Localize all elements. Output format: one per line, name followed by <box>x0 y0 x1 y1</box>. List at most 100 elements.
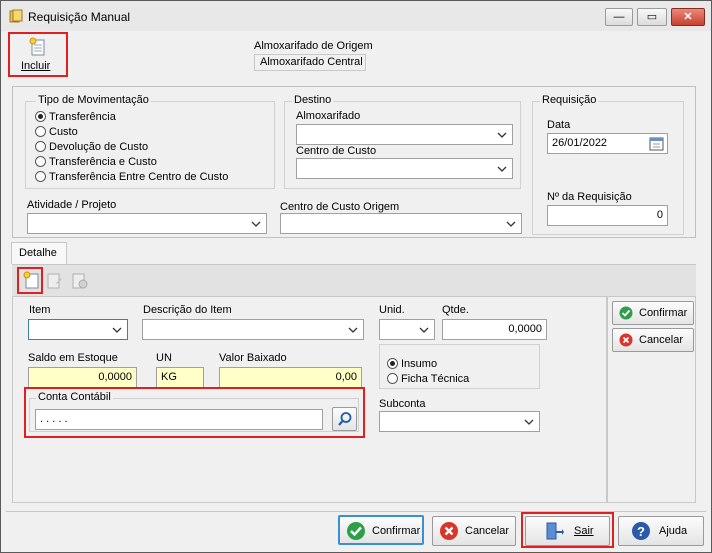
data-field[interactable]: 26/01/2022 <box>547 133 668 154</box>
item-select[interactable] <box>28 319 128 340</box>
radio-dot <box>387 373 398 384</box>
centro-origem-select[interactable] <box>280 213 522 234</box>
svg-text:?: ? <box>637 524 645 539</box>
centro-custo-select[interactable] <box>296 158 513 179</box>
centro-origem-label: Centro de Custo Origem <box>280 201 400 213</box>
new-item-highlight <box>17 267 43 294</box>
radio-label: Transferência <box>49 111 116 123</box>
maximize-button[interactable]: ▭ <box>637 8 667 26</box>
conta-title: Conta Contábil <box>36 391 113 403</box>
help-icon: ? <box>632 522 650 540</box>
radio-dot-selected <box>35 111 46 122</box>
cancel-icon <box>619 333 633 347</box>
unid-select[interactable] <box>379 319 435 340</box>
ajuda-label: Ajuda <box>659 525 688 537</box>
radio-devolucao-custo[interactable]: Devolução de Custo <box>35 141 148 153</box>
incluir-label: Incluir <box>21 60 51 72</box>
tipo-title: Tipo de Movimentação <box>36 94 151 106</box>
chevron-down-icon <box>348 327 358 333</box>
title-bar: Requisição Manual — ▭ ✕ <box>1 1 711 31</box>
valor-field: 0,00 <box>219 367 362 388</box>
sair-label: Sair <box>574 525 594 537</box>
radio-label: Insumo <box>401 358 438 370</box>
numero-label: Nº da Requisição <box>547 191 632 203</box>
item-label: Item <box>29 304 51 316</box>
chevron-down-icon <box>419 327 429 333</box>
detail-cancelar-label: Cancelar <box>639 334 684 346</box>
descricao-select[interactable] <box>142 319 364 340</box>
radio-label: Transferência Entre Centro de Custo <box>49 171 229 183</box>
conta-field[interactable]: . . . . . <box>35 409 323 430</box>
radio-label: Devolução de Custo <box>49 141 149 153</box>
detail-cancelar-button[interactable]: Cancelar <box>612 328 694 352</box>
almox-destino-label: Almoxarifado <box>296 110 361 122</box>
edit-document-icon[interactable] <box>44 271 64 291</box>
chevron-down-icon <box>112 327 122 333</box>
close-button[interactable]: ✕ <box>671 8 705 26</box>
detail-confirmar-label: Confirmar <box>639 307 688 319</box>
tab-detalhe[interactable]: Detalhe <box>11 242 67 264</box>
descricao-label: Descrição do Item <box>143 304 232 316</box>
search-icon <box>338 412 352 426</box>
radio-insumo[interactable]: Insumo <box>387 358 437 370</box>
cancel-icon <box>440 522 458 540</box>
radio-dot <box>35 141 46 152</box>
un-label: UN <box>156 352 172 364</box>
confirmar-button[interactable]: Confirmar <box>338 515 424 545</box>
radio-ficha-tecnica[interactable]: Ficha Técnica <box>387 373 469 385</box>
chevron-down-icon <box>506 221 516 227</box>
sair-button[interactable]: Sair <box>525 516 610 546</box>
almox-origem-label: Almoxarifado de Origem <box>254 40 373 52</box>
numero-field[interactable]: 0 <box>547 205 668 226</box>
requisicao-title: Requisição <box>540 94 599 106</box>
cancelar-label: Cancelar <box>465 525 510 537</box>
radio-label: Custo <box>49 126 78 138</box>
minimize-button[interactable]: — <box>605 8 633 26</box>
close-icon: ✕ <box>683 11 693 23</box>
radio-dot <box>35 171 46 182</box>
conta-search-button[interactable] <box>332 407 357 431</box>
subconta-label: Subconta <box>379 398 426 410</box>
destino-title: Destino <box>292 94 334 106</box>
radio-transferencia-custo[interactable]: Transferência e Custo <box>35 156 157 168</box>
detail-toolbar <box>12 264 696 296</box>
radio-dot-selected <box>387 358 398 369</box>
saldo-field: 0,0000 <box>28 367 137 388</box>
tab-detalhe-label: Detalhe <box>19 247 57 259</box>
data-value: 26/01/2022 <box>552 137 608 149</box>
cancelar-button[interactable]: Cancelar <box>432 516 516 546</box>
unid-label: Unid. <box>379 304 405 316</box>
calendar-icon[interactable] <box>649 136 664 151</box>
atividade-select[interactable] <box>27 213 267 234</box>
delete-document-icon[interactable] <box>69 271 89 291</box>
detail-confirmar-button[interactable]: Confirmar <box>612 301 694 325</box>
confirmar-label: Confirmar <box>372 525 421 537</box>
radio-custo[interactable]: Custo <box>35 126 78 138</box>
chevron-down-icon <box>497 132 507 138</box>
app-icon <box>9 9 23 23</box>
ajuda-button[interactable]: ? Ajuda <box>618 516 704 546</box>
radio-label: Ficha Técnica <box>401 373 470 385</box>
radio-transferencia[interactable]: Transferência <box>35 111 116 123</box>
chevron-down-icon <box>524 419 534 425</box>
window-title: Requisição Manual <box>28 10 131 24</box>
radio-transferencia-centro[interactable]: Transferência Entre Centro de Custo <box>35 171 228 183</box>
saldo-label: Saldo em Estoque <box>28 352 118 364</box>
un-field: KG <box>156 367 204 388</box>
incluir-button[interactable]: Incluir <box>11 35 65 74</box>
subconta-select[interactable] <box>379 411 540 432</box>
chevron-down-icon <box>251 221 261 227</box>
centro-custo-label: Centro de Custo <box>296 145 377 157</box>
valor-label: Valor Baixado <box>219 352 287 364</box>
requisicao-window: Requisição Manual — ▭ ✕ Incluir Almoxari… <box>0 0 712 553</box>
radio-label: Transferência e Custo <box>49 156 157 168</box>
almox-destino-select[interactable] <box>296 124 513 145</box>
minimize-icon: — <box>613 11 625 23</box>
radio-dot <box>35 156 46 167</box>
atividade-label: Atividade / Projeto <box>27 199 117 211</box>
check-icon <box>347 522 365 540</box>
qtde-label: Qtde. <box>442 304 469 316</box>
chevron-down-icon <box>497 166 507 172</box>
new-document-icon <box>29 37 45 56</box>
qtde-field[interactable]: 0,0000 <box>442 319 547 340</box>
